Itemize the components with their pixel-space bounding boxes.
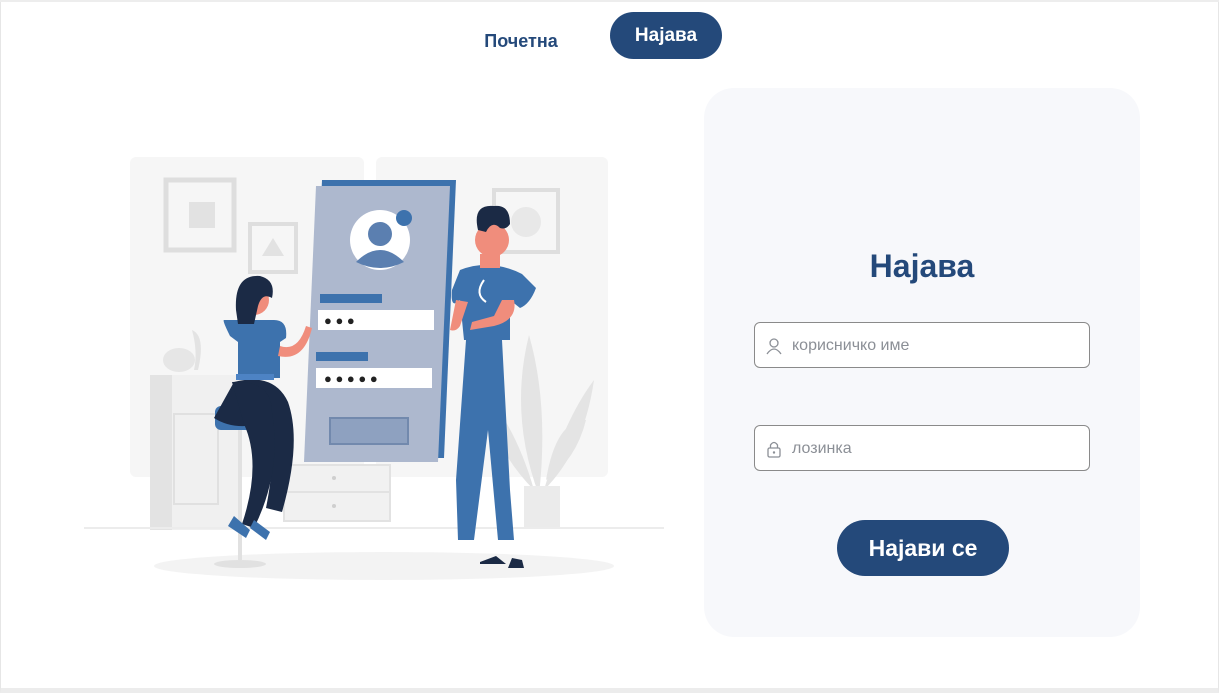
password-dots-1: ● ● ● bbox=[324, 313, 355, 328]
username-field[interactable]: корисничко име bbox=[754, 322, 1090, 368]
username-placeholder: корисничко име bbox=[792, 337, 910, 354]
user-icon bbox=[766, 338, 782, 355]
login-illustration: ● ● ● ● ● ● ● ● bbox=[84, 157, 664, 580]
nav-home-link[interactable]: Почетна bbox=[472, 28, 570, 54]
lock-icon bbox=[767, 441, 781, 458]
password-dots-2: ● ● ● ● ● bbox=[324, 371, 378, 386]
password-field[interactable]: лозинка bbox=[754, 425, 1090, 471]
login-title: Најава bbox=[869, 248, 975, 284]
password-placeholder: лозинка bbox=[792, 440, 852, 457]
top-border bbox=[0, 0, 1219, 2]
nav-login-button[interactable]: Најава bbox=[610, 12, 722, 59]
login-submit-button[interactable]: Најави се bbox=[837, 520, 1009, 576]
cabinet-side bbox=[150, 375, 172, 530]
phone-screen: ● ● ● ● ● ● ● ● bbox=[304, 180, 456, 462]
bowl bbox=[163, 348, 195, 372]
